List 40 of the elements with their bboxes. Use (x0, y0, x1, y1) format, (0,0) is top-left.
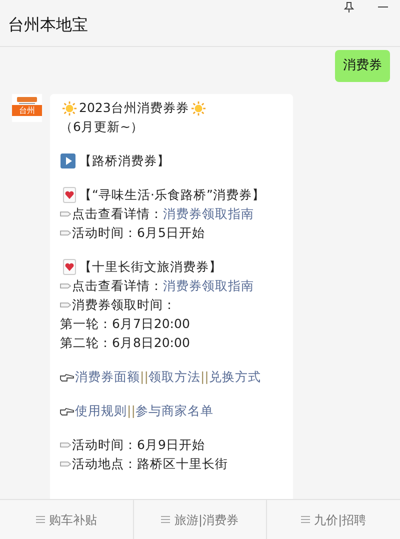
message-text: 活动时间：6月9日开始 (72, 436, 205, 454)
link[interactable]: 领取方法 (148, 368, 200, 384)
heart-card-icon (63, 187, 76, 203)
window-title: 台州本地宝 (8, 14, 88, 36)
pointing-hand-icon (60, 406, 74, 416)
menu-button[interactable]: 购车补贴 (0, 500, 133, 539)
message-text: 消费券领取时间： (72, 296, 176, 314)
link[interactable]: 消费券领取指南 (163, 206, 254, 221)
message-text: 第二轮：6月8日20:00 (60, 334, 190, 352)
link[interactable]: 兑换方式 (208, 368, 261, 384)
menu-button[interactable]: 九价|招聘 (266, 500, 400, 539)
link[interactable]: 消费券领取指南 (163, 278, 254, 293)
link[interactable]: 使用规则 (75, 402, 127, 418)
message-text: 消费券面额||领取方法||兑换方式 (75, 368, 261, 386)
message-text: 活动地点：路桥区十里长街 (72, 454, 228, 473)
sun-icon (190, 100, 206, 116)
message-text: 【“寻味生活·乐食路桥”消费券】 (79, 186, 265, 204)
logo-icon (15, 96, 39, 104)
menu-button[interactable]: 旅游|消费券 (132, 500, 266, 539)
link[interactable]: 消费券面额 (75, 368, 140, 384)
message-text: 使用规则||参与商家名单 (75, 402, 214, 420)
pointing-hand-icon (60, 372, 74, 382)
sent-message-bubble: 消费券 (335, 50, 390, 82)
message-text: 第一轮：6月7日20:00 (60, 314, 190, 333)
message-text: 【十里长街文旅消费券】 (79, 258, 222, 276)
play-icon (60, 153, 76, 169)
pin-icon[interactable] (344, 2, 354, 13)
message-text: 点击查看详情：消费券领取指南 (72, 276, 254, 295)
message-text: 2023台州消费券券 (79, 98, 189, 117)
menu-icon (36, 516, 45, 523)
link[interactable]: 参与商家名单 (135, 402, 214, 418)
menu-icon (301, 516, 310, 523)
sun-icon (62, 100, 77, 116)
message-text: （6月更新~） (60, 118, 144, 136)
message-text: 【路桥消费券】 (79, 152, 170, 170)
menu-icon (161, 516, 170, 523)
message-text: 点击查看详情：消费券领取指南 (72, 204, 254, 223)
avatar-label: 台州 (12, 104, 42, 116)
message-text: 活动时间：6月5日开始 (72, 224, 205, 242)
heart-card-icon (63, 259, 76, 275)
